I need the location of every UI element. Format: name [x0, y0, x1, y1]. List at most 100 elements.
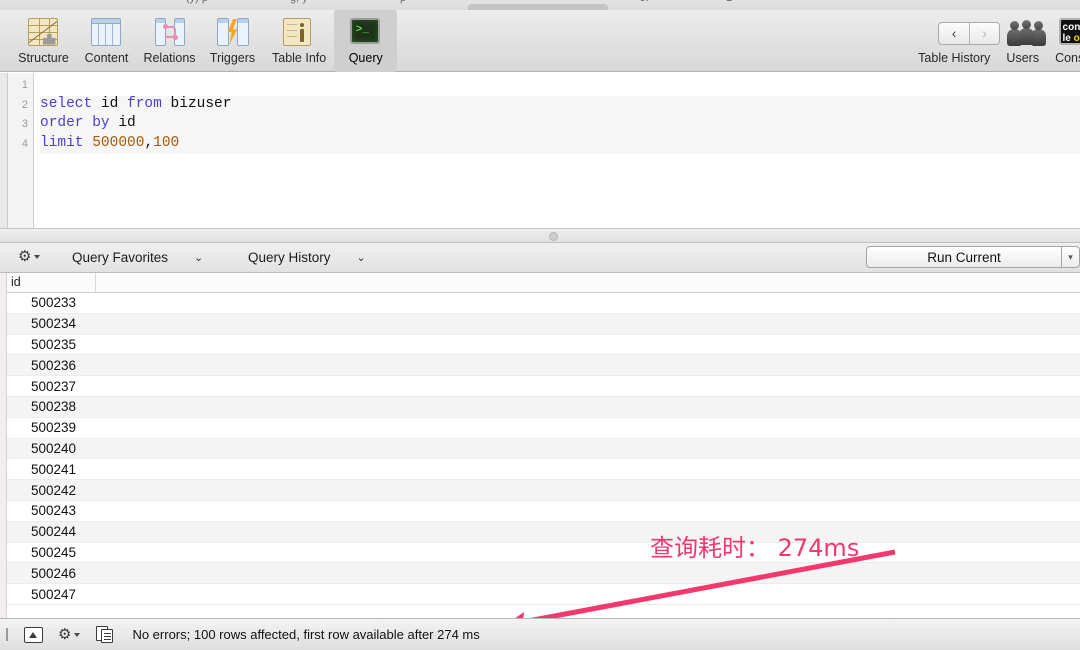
toolbar-tab-structure-label: Structure	[18, 50, 69, 65]
toolbar-users-label: Users	[1006, 50, 1040, 65]
run-current-button[interactable]: Run Current	[866, 246, 1062, 268]
table-row[interactable]: 500245	[7, 542, 1080, 564]
structure-icon	[27, 17, 60, 48]
toolbar-right-group: ‹ › Table History Users conso le off	[910, 10, 1080, 72]
query-terminal-icon: >_	[349, 17, 382, 48]
toolbar-tab-relations-label: Relations	[143, 50, 196, 65]
toolbar-tab-relations[interactable]: Relations	[138, 10, 201, 72]
table-row[interactable]: 500247	[7, 584, 1080, 605]
sql-token: id	[118, 115, 136, 131]
table-row[interactable]: 500244	[7, 521, 1080, 543]
line-number: 3	[21, 118, 28, 130]
annotation-text: 查询耗时： 274ms	[650, 534, 860, 562]
top-fragment-1: g, y	[290, 0, 308, 4]
triggers-icon	[216, 17, 249, 48]
sql-token: from	[127, 95, 162, 112]
query-favorites-dropdown[interactable]: Query Favorites ⌄	[72, 247, 203, 267]
sql-token: select	[40, 95, 93, 112]
nav-back-button[interactable]: ‹	[939, 22, 970, 44]
console-icon: conso le off	[1058, 17, 1080, 48]
sql-token: limit	[40, 134, 84, 151]
toolbar-tab-structure[interactable]: Structure	[12, 10, 75, 72]
nav-forward-button[interactable]: ›	[970, 23, 1000, 44]
toolbar-table-history-label: Table History	[918, 50, 991, 65]
sql-line: select id from bizuser	[40, 95, 1080, 115]
sql-line	[40, 76, 1080, 96]
toolbar-tab-group: Structure Content Relations Triggers Tab…	[12, 10, 398, 72]
column-header-id[interactable]: id	[7, 273, 96, 292]
table-row[interactable]: 500236	[7, 355, 1080, 377]
show-panel-icon[interactable]	[22, 626, 44, 644]
results-header-row: id	[7, 273, 1080, 293]
editor-line-number-gutter: 1 2 3 4	[8, 73, 34, 228]
console-icon-line2: le	[1062, 32, 1074, 44]
cell-id: 500244	[30, 524, 76, 540]
cell-id: 500235	[30, 336, 76, 352]
copy-rows-icon[interactable]	[94, 626, 116, 644]
sql-line: order by id	[40, 115, 1080, 135]
chevron-down-icon	[34, 254, 41, 259]
status-bar-gear-menu[interactable]: ⚙	[58, 627, 81, 642]
sql-line: limit 500000,100	[40, 134, 1080, 154]
results-body[interactable]: 500233 500234 500235 500236 500237 500238 5002…	[7, 293, 1080, 618]
relations-icon	[154, 17, 186, 48]
toolbar-tab-content[interactable]: Content	[75, 10, 138, 72]
table-row[interactable]: 500234	[7, 313, 1080, 335]
cell-id: 500239	[30, 420, 76, 436]
line-number: 4	[21, 137, 28, 150]
run-current-dropdown-arrow[interactable]: ▾	[1062, 246, 1080, 268]
sql-code-area[interactable]: select id from bizuser order by id limit 5…	[34, 73, 1080, 228]
cell-id: 500234	[30, 316, 76, 332]
top-fragment-4: 1	[726, 0, 732, 4]
table-row[interactable]: 500239	[7, 417, 1080, 439]
splitter-handle[interactable]	[549, 232, 558, 241]
status-bar-message: No errors; 100 rows affected, first row …	[132, 627, 480, 642]
sql-token: ,	[144, 134, 154, 151]
table-row[interactable]: 500237	[7, 376, 1080, 397]
sql-token: 100	[153, 134, 180, 151]
sql-editor[interactable]: 1 2 3 4 select id from bizuser order by i…	[0, 73, 1080, 228]
nav-arrows-icon: ‹ ›	[938, 18, 1001, 48]
table-row[interactable]: 500242	[7, 480, 1080, 501]
toolbar-tab-query[interactable]: >_ Query	[334, 10, 398, 72]
toolbar-tab-triggers[interactable]: Triggers	[201, 10, 264, 72]
status-bar: ⚙ No errors; 100 rows affected, first ro…	[0, 618, 1080, 650]
cell-id: 500233	[30, 295, 76, 311]
run-current-button-group[interactable]: Run Current ▾	[866, 246, 1080, 268]
table-row[interactable]: 500235	[7, 334, 1080, 356]
sql-token: 500000	[92, 134, 145, 151]
cell-id: 500242	[30, 482, 76, 498]
top-fragment-0: (y) p	[186, 0, 208, 4]
sequel-pro-window: (y) p g, y p JI 1	[0, 0, 1080, 650]
toolbar-tab-table-info-label: Table Info	[272, 50, 327, 65]
query-history-dropdown[interactable]: Query History ⌄	[248, 247, 366, 267]
table-row[interactable]: 500240	[7, 438, 1080, 460]
table-row[interactable]: 500238	[7, 396, 1080, 418]
top-fragment-2: p	[400, 0, 406, 4]
toolbar-users[interactable]: Users	[998, 10, 1047, 72]
sql-token: order	[40, 115, 84, 131]
toolbar-table-history[interactable]: ‹ › Table History	[910, 10, 1001, 72]
toolbar-console-label: Consol	[1055, 50, 1080, 65]
chevron-down-icon	[74, 632, 81, 637]
toolbar-tab-content-label: Content	[84, 50, 129, 65]
toolbar-console[interactable]: conso le off Consol	[1047, 10, 1080, 72]
editor-left-edge	[0, 73, 8, 228]
results-table[interactable]: id 500233 500234 500235 500236 500237 500238 5…	[0, 273, 1080, 618]
cell-id: 500237	[30, 378, 76, 394]
table-row[interactable]: 500243	[7, 500, 1080, 522]
status-bar-divider	[6, 628, 8, 641]
table-row[interactable]: 500241	[7, 459, 1080, 481]
query-favorites-label: Query Favorites	[72, 249, 169, 265]
query-gear-menu[interactable]: ⚙	[18, 248, 41, 265]
column-header-blank[interactable]	[96, 273, 1080, 292]
pane-splitter[interactable]	[0, 228, 1080, 243]
table-row[interactable]: 500246	[7, 563, 1080, 585]
gear-icon: ⚙	[18, 248, 32, 265]
table-row[interactable]: 500233	[7, 293, 1080, 314]
query-history-label: Query History	[248, 249, 331, 265]
toolbar-tab-table-info[interactable]: Table Info	[264, 10, 334, 72]
main-toolbar: Structure Content Relations Triggers Tab…	[0, 10, 1080, 72]
